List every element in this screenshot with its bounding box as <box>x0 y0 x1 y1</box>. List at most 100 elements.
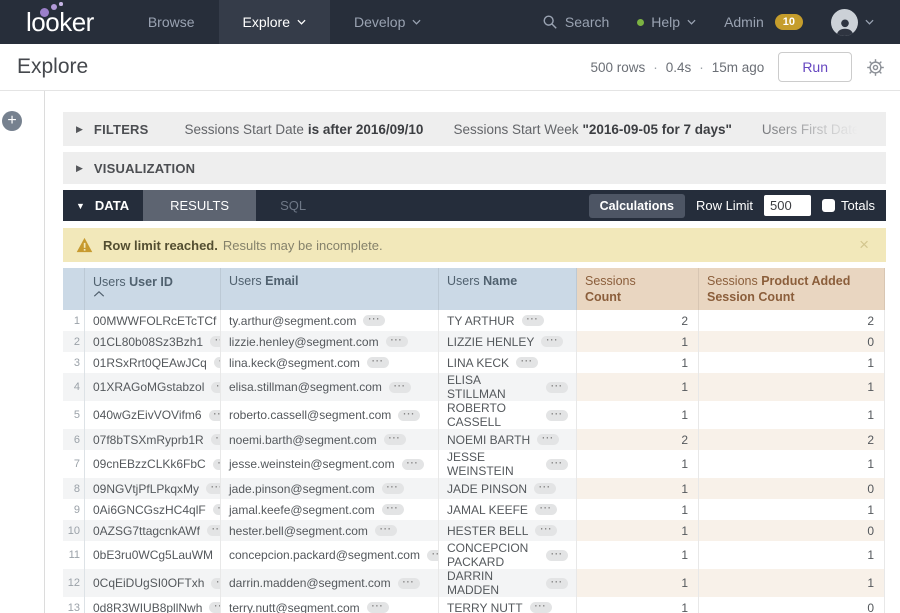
cell-email[interactable]: lizzie.henley@segment.com··· <box>221 331 439 352</box>
cell-name[interactable]: HESTER BELL··· <box>439 520 577 541</box>
cell-email[interactable]: roberto.cassell@segment.com··· <box>221 401 439 429</box>
run-button[interactable]: Run <box>778 52 852 82</box>
cell-actions-icon[interactable]: ··· <box>382 504 404 515</box>
user-menu[interactable] <box>817 0 888 44</box>
cell-sessions-count[interactable]: 1 <box>577 373 699 401</box>
cell-user-id[interactable]: 0Ai6GNCGszHC4qlF··· <box>85 499 221 520</box>
cell-user-id[interactable]: 01RSxRrt0QEAwJCq··· <box>85 352 221 373</box>
cell-email[interactable]: jesse.weinstein@segment.com··· <box>221 450 439 478</box>
cell-product-added-count[interactable]: 1 <box>699 450 885 478</box>
cell-user-id[interactable]: 0d8R3WIUB8pllNwh··· <box>85 597 221 613</box>
cell-email[interactable]: jade.pinson@segment.com··· <box>221 478 439 499</box>
tab-sql[interactable]: SQL <box>256 190 330 221</box>
cell-name[interactable]: LINA KECK··· <box>439 352 577 373</box>
cell-actions-icon[interactable]: ··· <box>546 459 568 470</box>
close-icon[interactable]: × <box>855 235 873 255</box>
gear-icon[interactable] <box>866 58 885 77</box>
cell-actions-icon[interactable]: ··· <box>541 336 563 347</box>
cell-name[interactable]: ELISA STILLMAN··· <box>439 373 577 401</box>
cell-actions-icon[interactable]: ··· <box>546 382 568 393</box>
cell-sessions-count[interactable]: 2 <box>577 310 699 331</box>
cell-email[interactable]: terry.nutt@segment.com··· <box>221 597 439 613</box>
cell-email[interactable]: hester.bell@segment.com··· <box>221 520 439 541</box>
cell-product-added-count[interactable]: 0 <box>699 478 885 499</box>
cell-user-id[interactable]: 0AZSG7ttagcnkAWf··· <box>85 520 221 541</box>
cell-actions-icon[interactable]: ··· <box>375 525 397 536</box>
cell-email[interactable]: noemi.barth@segment.com··· <box>221 429 439 450</box>
cell-actions-icon[interactable]: ··· <box>209 410 222 421</box>
help-menu[interactable]: Help <box>623 0 710 44</box>
cell-name[interactable]: TY ARTHUR··· <box>439 310 577 331</box>
cell-user-id[interactable]: 0bE3ru0WCg5LauWM··· <box>85 541 221 569</box>
cell-actions-icon[interactable]: ··· <box>207 525 221 536</box>
cell-actions-icon[interactable]: ··· <box>209 602 221 613</box>
cell-name[interactable]: JAMAL KEEFE··· <box>439 499 577 520</box>
cell-email[interactable]: darrin.madden@segment.com··· <box>221 569 439 597</box>
cell-user-id[interactable]: 00MWWFOLRcETcTCf··· <box>85 310 221 331</box>
cell-user-id[interactable]: 040wGzEivVOVifm6··· <box>85 401 221 429</box>
cell-actions-icon[interactable]: ··· <box>211 434 221 445</box>
cell-sessions-count[interactable]: 1 <box>577 520 699 541</box>
cell-sessions-count[interactable]: 1 <box>577 499 699 520</box>
cell-name[interactable]: DARRIN MADDEN··· <box>439 569 577 597</box>
cell-actions-icon[interactable]: ··· <box>537 434 559 445</box>
cell-user-id[interactable]: 09cnEBzzCLKk6FbC··· <box>85 450 221 478</box>
cell-user-id[interactable]: 07f8bTSXmRyprb1R··· <box>85 429 221 450</box>
column-header-product-added-session-count[interactable]: Sessions Product Added Session Count <box>699 268 885 310</box>
cell-actions-icon[interactable]: ··· <box>398 578 420 589</box>
cell-user-id[interactable]: 01CL80b08Sz3Bzh1··· <box>85 331 221 352</box>
cell-email[interactable]: lina.keck@segment.com··· <box>221 352 439 373</box>
cell-actions-icon[interactable]: ··· <box>535 504 557 515</box>
cell-product-added-count[interactable]: 1 <box>699 401 885 429</box>
cell-actions-icon[interactable]: ··· <box>398 410 420 421</box>
filters-section[interactable]: ▶ FILTERS Sessions Start Dateis after 20… <box>63 112 886 146</box>
cell-email[interactable]: elisa.stillman@segment.com··· <box>221 373 439 401</box>
cell-sessions-count[interactable]: 1 <box>577 401 699 429</box>
cell-name[interactable]: JESSE WEINSTEIN··· <box>439 450 577 478</box>
cell-product-added-count[interactable]: 1 <box>699 499 885 520</box>
cell-actions-icon[interactable]: ··· <box>546 550 568 561</box>
cell-sessions-count[interactable]: 1 <box>577 352 699 373</box>
cell-actions-icon[interactable]: ··· <box>546 410 568 421</box>
cell-email[interactable]: jamal.keefe@segment.com··· <box>221 499 439 520</box>
cell-product-added-count[interactable]: 1 <box>699 541 885 569</box>
cell-product-added-count[interactable]: 2 <box>699 310 885 331</box>
cell-product-added-count[interactable]: 1 <box>699 373 885 401</box>
column-header-name[interactable]: Users Name <box>439 268 577 310</box>
nav-item-browse[interactable]: Browse <box>124 0 219 44</box>
cell-sessions-count[interactable]: 1 <box>577 450 699 478</box>
cell-actions-icon[interactable]: ··· <box>213 459 221 470</box>
cell-name[interactable]: LIZZIE HENLEY··· <box>439 331 577 352</box>
data-section-toggle[interactable]: ▼ DATA <box>63 190 129 221</box>
cell-user-id[interactable]: 09NGVtjPfLPkqxMy··· <box>85 478 221 499</box>
cell-actions-icon[interactable]: ··· <box>534 483 556 494</box>
cell-sessions-count[interactable]: 2 <box>577 429 699 450</box>
filter-item[interactable]: Sessions Start Week"2016-09-05 for 7 day… <box>453 122 731 137</box>
totals-checkbox[interactable] <box>822 199 835 212</box>
cell-product-added-count[interactable]: 0 <box>699 520 885 541</box>
cell-actions-icon[interactable]: ··· <box>363 315 385 326</box>
filter-item[interactable]: Users First Dateis after 2016/09/10 <box>762 122 873 137</box>
cell-sessions-count[interactable]: 1 <box>577 597 699 613</box>
cell-product-added-count[interactable]: 0 <box>699 331 885 352</box>
cell-product-added-count[interactable]: 1 <box>699 569 885 597</box>
cell-user-id[interactable]: 0CqEiDUgSI0OFTxh··· <box>85 569 221 597</box>
cell-name[interactable]: JADE PINSON··· <box>439 478 577 499</box>
cell-sessions-count[interactable]: 1 <box>577 569 699 597</box>
visualization-section[interactable]: ▶ VISUALIZATION <box>63 152 886 184</box>
cell-name[interactable]: ROBERTO CASSELL··· <box>439 401 577 429</box>
cell-email[interactable]: concepcion.packard@segment.com··· <box>221 541 439 569</box>
cell-actions-icon[interactable]: ··· <box>516 357 538 368</box>
cell-sessions-count[interactable]: 1 <box>577 478 699 499</box>
cell-actions-icon[interactable]: ··· <box>211 578 221 589</box>
looker-logo[interactable]: looker <box>0 0 124 44</box>
cell-actions-icon[interactable]: ··· <box>367 357 389 368</box>
cell-actions-icon[interactable]: ··· <box>522 315 544 326</box>
filter-item[interactable]: Sessions Start Dateis after 2016/09/10 <box>185 122 424 137</box>
cell-name[interactable]: TERRY NUTT··· <box>439 597 577 613</box>
column-header-email[interactable]: Users Email <box>221 268 439 310</box>
nav-item-explore[interactable]: Explore <box>219 0 330 44</box>
cell-actions-icon[interactable]: ··· <box>384 434 406 445</box>
cell-actions-icon[interactable]: ··· <box>211 382 221 393</box>
cell-actions-icon[interactable]: ··· <box>389 382 411 393</box>
